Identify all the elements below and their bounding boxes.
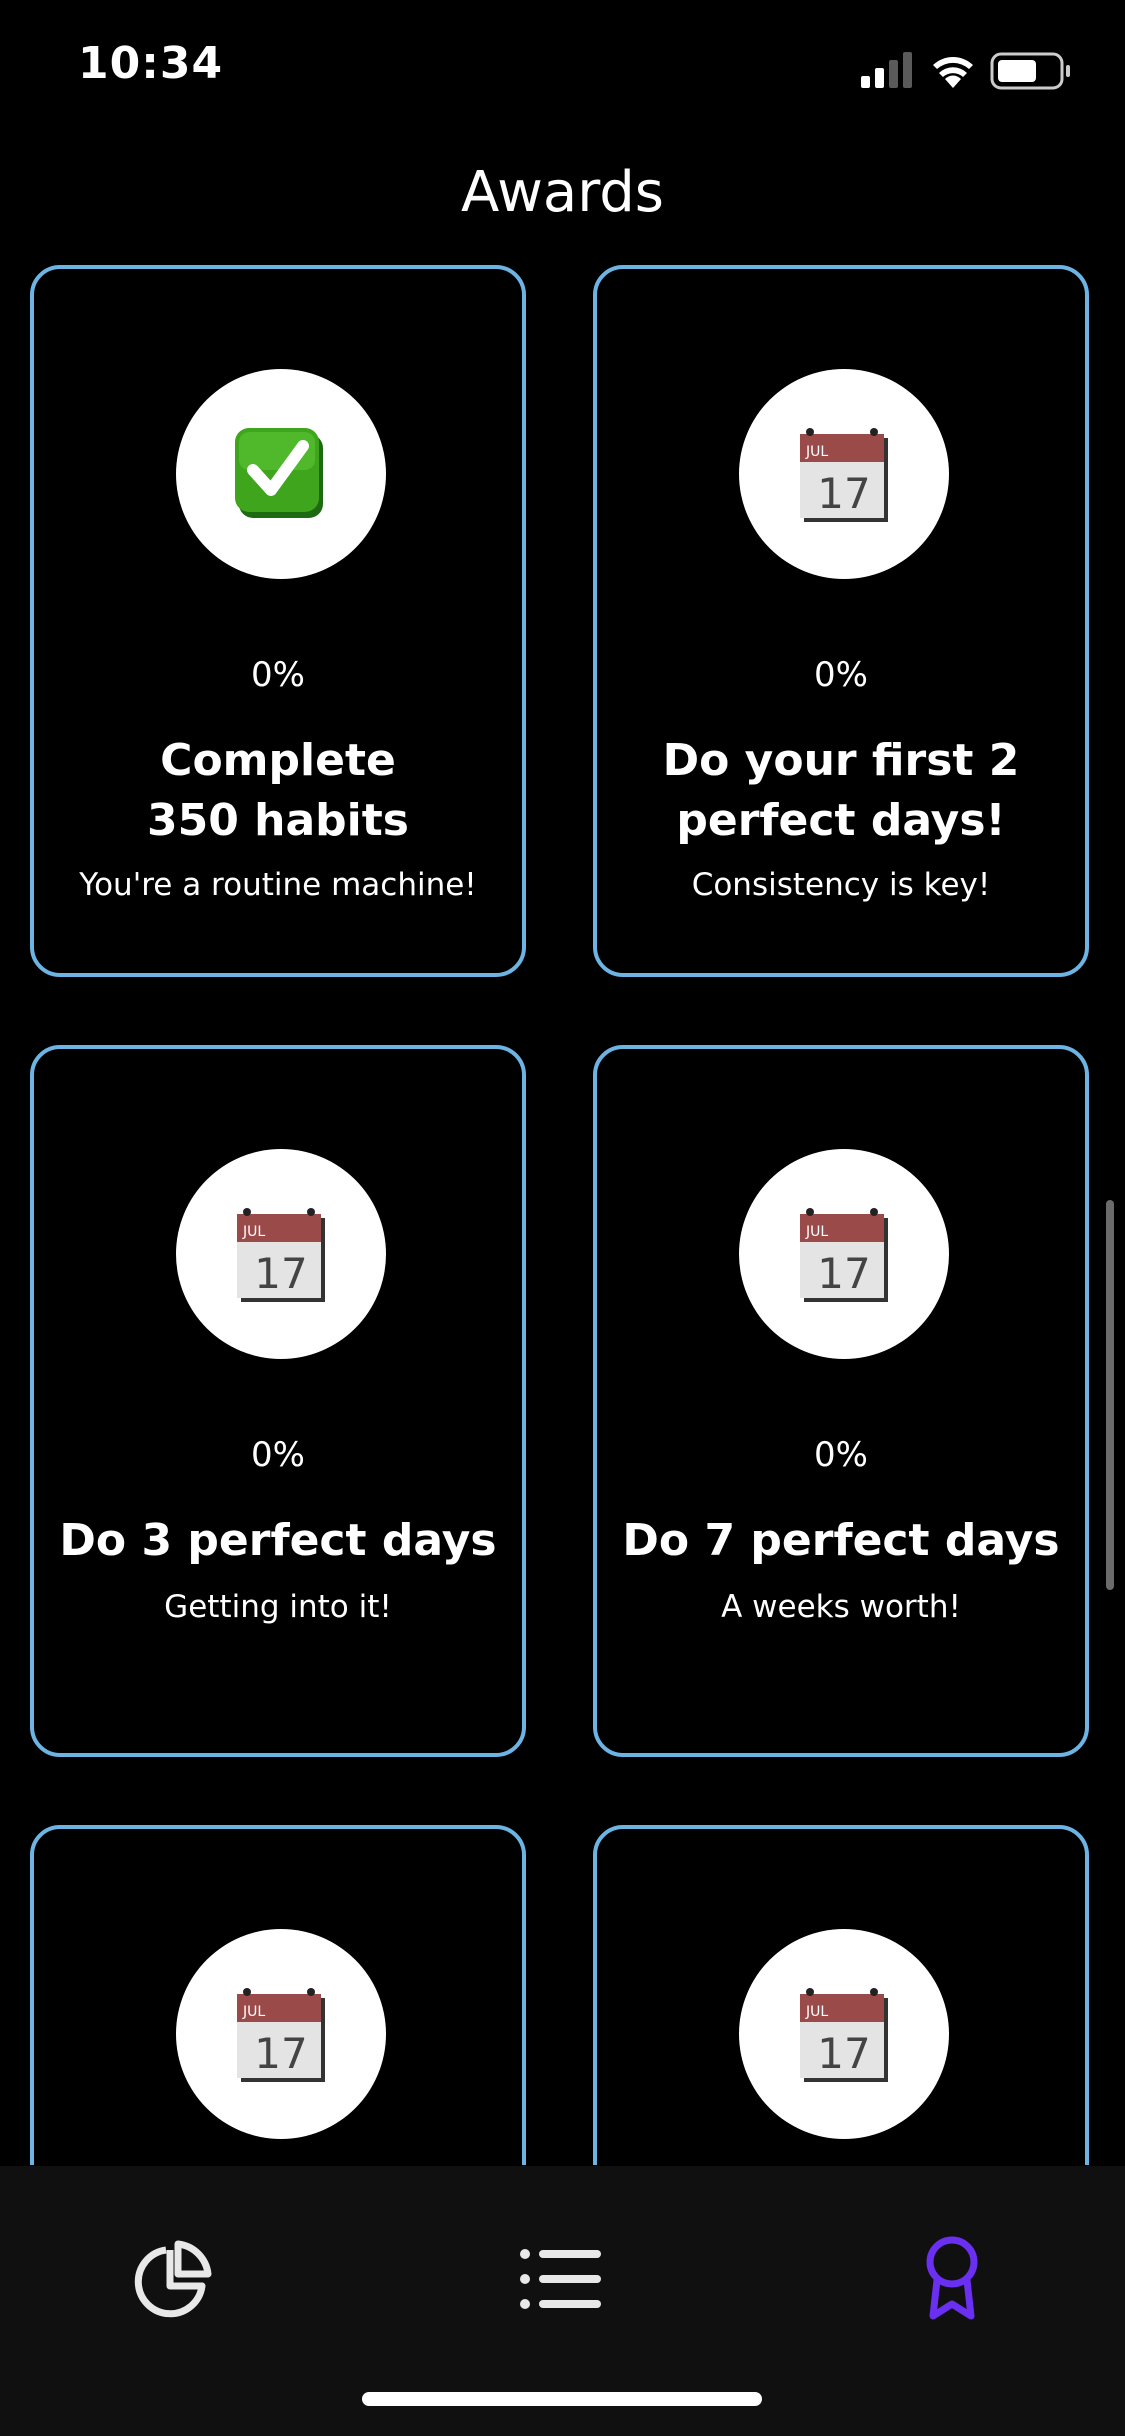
scroll-indicator[interactable] — [1106, 1200, 1114, 1590]
award-percent: 0% — [814, 1435, 868, 1475]
home-indicator[interactable] — [362, 2392, 762, 2406]
calendar-icon: JUL 17 — [800, 428, 888, 522]
battery-icon — [990, 52, 1070, 90]
calendar-icon: JUL 17 — [800, 1208, 888, 1302]
tab-stats[interactable] — [116, 2224, 226, 2334]
award-icon-circle: JUL 17 — [176, 1929, 386, 2139]
award-percent: 0% — [251, 655, 305, 695]
award-card[interactable]: 0% Complete 350 habits You're a routine … — [30, 265, 526, 977]
award-subtitle: Consistency is key! — [691, 867, 991, 903]
list-icon — [520, 2249, 601, 2309]
cellular-signal-icon — [861, 52, 912, 88]
calendar-day: 17 — [254, 1249, 307, 1298]
award-title: Do your first 2 perfect days! — [662, 735, 1020, 846]
status-time: 10:34 — [78, 38, 224, 89]
calendar-day: 17 — [817, 1249, 870, 1298]
calendar-month: JUL — [805, 2004, 828, 2020]
award-percent: 0% — [814, 655, 868, 695]
calendar-day: 17 — [817, 469, 870, 518]
award-card[interactable]: JUL 17 — [30, 1825, 526, 2165]
award-title: Complete 350 habits — [147, 735, 409, 846]
check-mark-icon — [235, 428, 323, 518]
calendar-day: 17 — [254, 2029, 307, 2078]
award-card[interactable]: JUL 17 0% Do your first 2 perfect days! … — [593, 265, 1089, 977]
award-title: Do 7 perfect days — [622, 1515, 1060, 1566]
award-subtitle: You're a routine machine! — [79, 867, 477, 903]
award-ribbon-icon — [926, 2236, 978, 2320]
tab-awards[interactable] — [897, 2224, 1007, 2334]
calendar-month: JUL — [805, 444, 828, 460]
calendar-month: JUL — [242, 2004, 265, 2020]
award-icon-circle: JUL 17 — [739, 369, 949, 579]
status-bar: 10:34 — [0, 0, 1125, 132]
calendar-icon: JUL 17 — [800, 1988, 888, 2082]
calendar-month: JUL — [242, 1224, 265, 1240]
calendar-icon: JUL 17 — [237, 1988, 325, 2082]
wifi-icon — [933, 57, 973, 88]
award-subtitle: Getting into it! — [164, 1589, 392, 1625]
award-subtitle: A weeks worth! — [721, 1589, 961, 1625]
tab-habits-list[interactable] — [507, 2224, 617, 2334]
calendar-month: JUL — [805, 1224, 828, 1240]
award-icon-circle — [176, 369, 386, 579]
award-card[interactable]: JUL 17 0% Do 7 perfect days A weeks wort… — [593, 1045, 1089, 1757]
status-icons — [861, 48, 1081, 92]
award-title: Do 3 perfect days — [59, 1515, 497, 1566]
pie-chart-icon — [134, 2240, 212, 2318]
calendar-icon: JUL 17 — [237, 1208, 325, 1302]
award-card[interactable]: JUL 17 — [593, 1825, 1089, 2165]
award-icon-circle: JUL 17 — [739, 1149, 949, 1359]
awards-grid[interactable]: 0% Complete 350 habits You're a routine … — [30, 265, 1097, 2165]
award-percent: 0% — [251, 1435, 305, 1475]
award-icon-circle: JUL 17 — [176, 1149, 386, 1359]
calendar-day: 17 — [817, 2029, 870, 2078]
award-card[interactable]: JUL 17 0% Do 3 perfect days Getting into… — [30, 1045, 526, 1757]
award-icon-circle: JUL 17 — [739, 1929, 949, 2139]
page-title: Awards — [461, 160, 664, 225]
